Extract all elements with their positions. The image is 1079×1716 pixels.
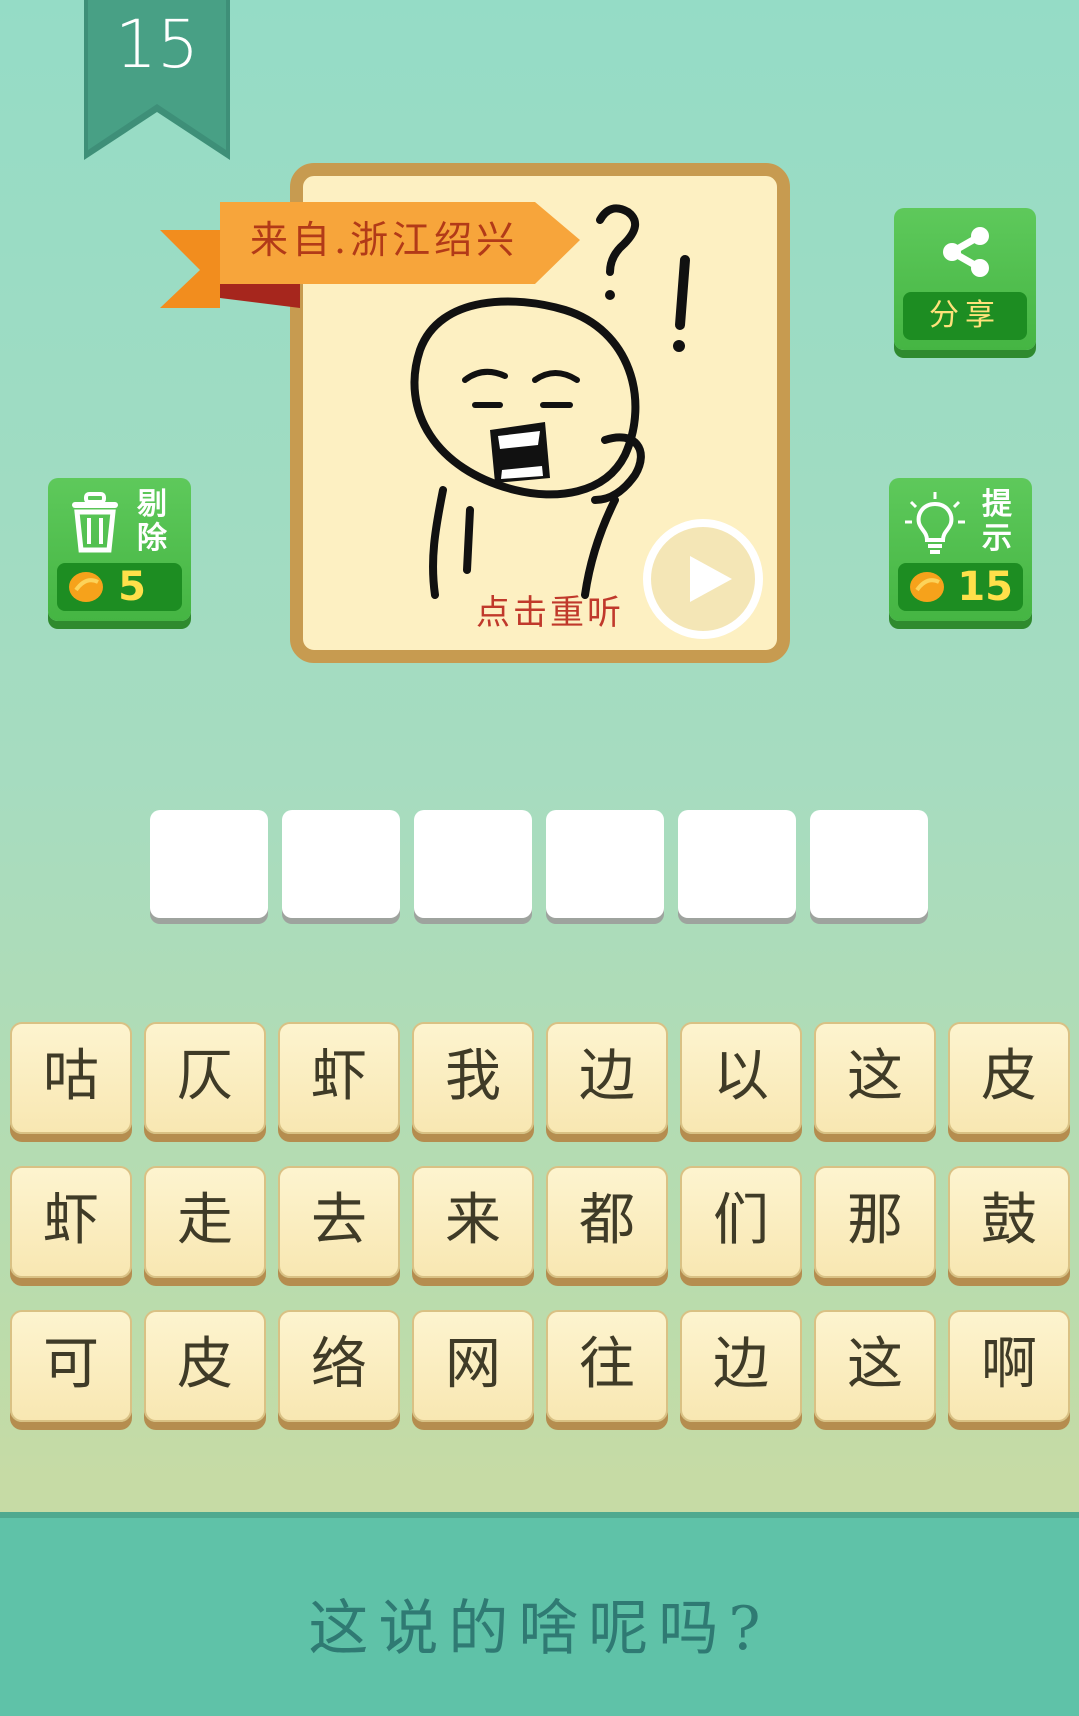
char-tile[interactable]: 边 (546, 1022, 668, 1134)
char-tile[interactable]: 啊 (948, 1310, 1070, 1422)
char-tile[interactable]: 边 (680, 1310, 802, 1422)
char-tile[interactable]: 来 (412, 1166, 534, 1278)
char-tile[interactable]: 皮 (144, 1310, 266, 1422)
answer-slots (150, 810, 932, 924)
hint-cost-plate: 15 (898, 563, 1023, 611)
share-button[interactable]: 分享 (894, 208, 1036, 350)
answer-slot[interactable] (678, 810, 796, 918)
char-tile[interactable]: 鼓 (948, 1166, 1070, 1278)
delete-label-1: 剔 (137, 487, 167, 522)
share-label: 分享 (929, 298, 1001, 333)
delete-cost-plate: 5 (57, 563, 182, 611)
char-tile[interactable]: 去 (278, 1166, 400, 1278)
character-grid: 咕 仄 虾 我 边 以 这 皮 虾 走 去 来 都 们 那 鼓 可 皮 络 网 … (10, 1022, 1072, 1434)
char-tile[interactable]: 以 (680, 1022, 802, 1134)
coin-icon (910, 572, 944, 602)
hint-cost: 15 (957, 564, 1013, 610)
answer-slot[interactable] (810, 810, 928, 918)
char-tile[interactable]: 往 (546, 1310, 668, 1422)
char-tile[interactable]: 络 (278, 1310, 400, 1422)
delete-cost: 5 (118, 564, 146, 610)
char-tile[interactable]: 咕 (10, 1022, 132, 1134)
answer-slot[interactable] (282, 810, 400, 918)
char-tile[interactable]: 网 (412, 1310, 534, 1422)
answer-slot[interactable] (414, 810, 532, 918)
char-tile[interactable]: 都 (546, 1166, 668, 1278)
char-tile[interactable]: 们 (680, 1166, 802, 1278)
bottom-prompt: 这说的啥呢吗? (308, 1594, 771, 1664)
delete-label-2: 除 (137, 521, 167, 556)
lightbulb-icon (905, 492, 965, 554)
answer-slot[interactable] (150, 810, 268, 918)
char-tile[interactable]: 仄 (144, 1022, 266, 1134)
replay-label[interactable]: 点击重听 (455, 585, 645, 634)
hint-button[interactable]: 提 示 15 (889, 478, 1032, 621)
play-audio-button[interactable] (642, 518, 764, 640)
share-icon (943, 227, 989, 277)
hint-label-1: 提 (982, 487, 1012, 522)
char-tile[interactable]: 走 (144, 1166, 266, 1278)
char-tile[interactable]: 那 (814, 1166, 936, 1278)
level-number: 15 (115, 6, 199, 83)
char-tile[interactable]: 虾 (278, 1022, 400, 1134)
coin-icon (69, 572, 103, 602)
char-tile[interactable]: 皮 (948, 1022, 1070, 1134)
char-tile[interactable]: 这 (814, 1022, 936, 1134)
share-label-plate: 分享 (903, 292, 1027, 340)
char-tile[interactable]: 虾 (10, 1166, 132, 1278)
trash-icon (72, 492, 118, 553)
hint-label-2: 示 (982, 521, 1012, 556)
answer-slot[interactable] (546, 810, 664, 918)
char-tile[interactable]: 可 (10, 1310, 132, 1422)
char-tile[interactable]: 我 (412, 1022, 534, 1134)
char-tile[interactable]: 这 (814, 1310, 936, 1422)
delete-button[interactable]: 剔 除 5 (48, 478, 191, 621)
